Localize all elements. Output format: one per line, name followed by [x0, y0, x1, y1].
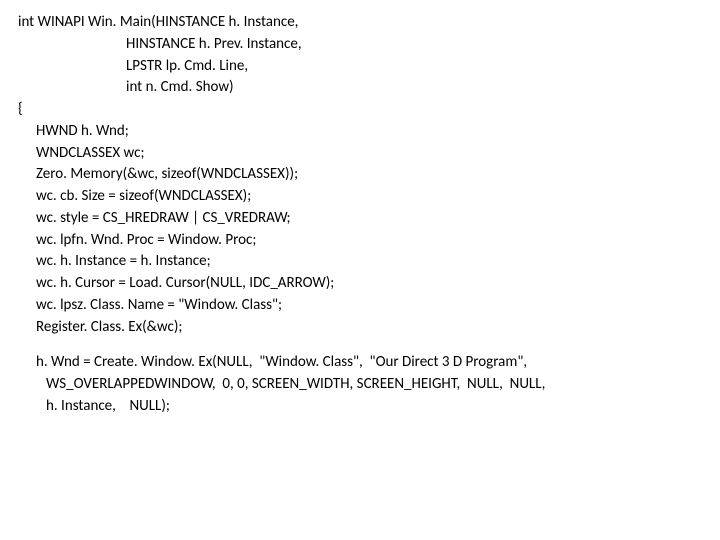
code-line: wc. h. Instance = h. Instance; [18, 251, 710, 273]
code-line: HWND h. Wnd; [18, 121, 710, 143]
code-line-brace: { [18, 99, 710, 121]
code-line: int WINAPI Win. Main(HINSTANCE h. Instan… [18, 12, 710, 34]
code-line: Zero. Memory(&wc, sizeof(WNDCLASSEX)); [18, 164, 710, 186]
code-line: HINSTANCE h. Prev. Instance, [18, 34, 710, 56]
code-line: h. Instance, NULL); [18, 396, 710, 418]
blank-line [18, 338, 710, 352]
code-line: WNDCLASSEX wc; [18, 143, 710, 165]
code-slide: int WINAPI Win. Main(HINSTANCE h. Instan… [0, 0, 720, 540]
code-line: wc. lpsz. Class. Name = "Window. Class"; [18, 295, 710, 317]
code-line: WS_OVERLAPPEDWINDOW, 0, 0, SCREEN_WIDTH,… [18, 374, 710, 396]
code-line: wc. h. Cursor = Load. Cursor(NULL, IDC_A… [18, 273, 710, 295]
code-line: wc. style = CS_HREDRAW | CS_VREDRAW; [18, 208, 710, 230]
code-line: wc. cb. Size = sizeof(WNDCLASSEX); [18, 186, 710, 208]
code-line: h. Wnd = Create. Window. Ex(NULL, "Windo… [18, 352, 710, 374]
code-line: wc. lpfn. Wnd. Proc = Window. Proc; [18, 230, 710, 252]
code-line: Register. Class. Ex(&wc); [18, 317, 710, 339]
code-line: LPSTR lp. Cmd. Line, [18, 56, 710, 78]
code-line: int n. Cmd. Show) [18, 77, 710, 99]
